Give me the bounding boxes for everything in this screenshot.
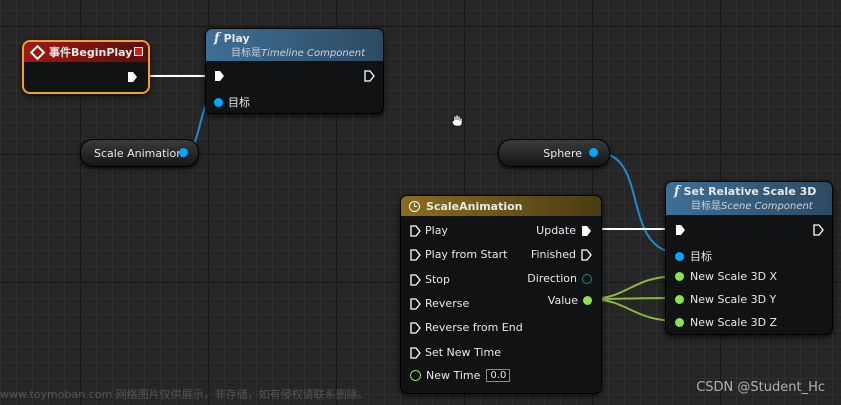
set-scale-header: f Set Relative Scale 3D 目标是Scene Compone…: [666, 182, 832, 215]
pin-label: Reverse from End: [425, 321, 523, 334]
exec-in-icon: [410, 346, 421, 359]
input-pin-play-from-start[interactable]: Play from Start: [410, 248, 507, 261]
input-pin-play[interactable]: Play: [410, 224, 448, 237]
object-pin-icon: [214, 97, 223, 107]
output-pin-update[interactable]: Update: [536, 224, 592, 237]
float-pin-icon: [675, 318, 684, 327]
exec-in-icon: [410, 297, 421, 310]
exec-in-pin[interactable]: [214, 70, 225, 82]
event-beginplay-header: 事件BeginPlay: [24, 42, 148, 62]
object-pin-icon[interactable]: [589, 148, 598, 157]
pin-label: New Scale 3D Z: [690, 316, 778, 329]
input-pin-set-new-time[interactable]: Set New Time: [410, 346, 501, 359]
target-label: 目标: [690, 250, 712, 263]
exec-in-pin[interactable]: [675, 224, 686, 236]
pin-label: Set New Time: [425, 346, 501, 359]
exec-in-icon: [676, 225, 685, 235]
event-title: 事件BeginPlay: [49, 46, 133, 59]
pin-label: Stop: [425, 273, 451, 286]
pin-label: Play: [425, 224, 448, 237]
pin-label: Reverse: [425, 297, 470, 310]
input-pin-stop[interactable]: Stop: [410, 273, 450, 286]
pin-label: Update: [536, 224, 576, 237]
enum-pin-icon: [582, 273, 592, 284]
float-pin-icon: [583, 296, 592, 305]
target-pin[interactable]: 目标: [675, 248, 712, 264]
exec-out-pin[interactable]: [127, 71, 138, 83]
pin-label: New Scale 3D X: [690, 270, 778, 283]
exec-out-pin[interactable]: [364, 70, 375, 82]
set-relative-scale-node[interactable]: f Set Relative Scale 3D 目标是Scene Compone…: [665, 181, 833, 335]
input-pin-reverse-from-end[interactable]: Reverse from End: [410, 321, 523, 334]
pin-label: New Scale 3D Y: [690, 293, 777, 306]
float-pin-icon: [410, 370, 421, 381]
output-pin-direction[interactable]: Direction: [527, 272, 592, 285]
exec-out-icon: [581, 248, 592, 261]
pin-label: Play from Start: [425, 248, 508, 261]
play-node[interactable]: f Play 目标是Timeline Component 目标: [205, 28, 384, 114]
input-pin-reverse[interactable]: Reverse: [410, 297, 469, 310]
float-pin-icon: [675, 295, 684, 304]
play-header: f Play 目标是Timeline Component: [206, 29, 383, 61]
output-pin-finished[interactable]: Finished: [531, 248, 592, 261]
variable-label: Scale Animation: [94, 146, 184, 160]
function-icon: f: [674, 184, 680, 199]
function-icon: f: [214, 31, 220, 46]
scale-animation-timeline-node[interactable]: ScaleAnimation Play Play from Start Stop…: [400, 195, 602, 394]
clock-icon: [409, 200, 420, 212]
pin-label: Value: [547, 294, 578, 307]
exec-out-icon: [364, 70, 375, 82]
target-label: 目标: [228, 96, 250, 109]
scale-animation-variable[interactable]: Scale Animation: [80, 139, 199, 167]
input-pin-new-time[interactable]: New Time 0.0: [410, 369, 511, 382]
object-pin-icon[interactable]: [179, 148, 188, 157]
sphere-variable[interactable]: Sphere: [498, 139, 610, 167]
exec-in-icon: [215, 71, 224, 81]
event-beginplay-node[interactable]: 事件BeginPlay: [22, 40, 150, 94]
timeline-header: ScaleAnimation: [401, 196, 601, 216]
new-time-value-field[interactable]: 0.0: [486, 369, 511, 382]
watermark-right: CSDN @Student_Hc: [696, 380, 825, 395]
pin-label: New Time: [426, 369, 481, 382]
exec-in-icon: [410, 273, 421, 286]
float-pin-icon: [675, 272, 684, 281]
exec-out-icon: [813, 224, 824, 236]
input-pin-scale-x[interactable]: New Scale 3D X: [675, 270, 777, 283]
event-diamond-icon: [29, 44, 46, 60]
input-pin-scale-y[interactable]: New Scale 3D Y: [675, 293, 776, 306]
variable-label: Sphere: [543, 146, 582, 160]
exec-out-icon: [128, 72, 137, 82]
exec-in-icon: [410, 224, 421, 237]
timeline-title: ScaleAnimation: [426, 199, 523, 213]
exec-out-icon: [582, 225, 591, 236]
event-delegate-icon[interactable]: [134, 47, 143, 56]
exec-in-icon: [410, 321, 421, 334]
target-pin[interactable]: 目标: [214, 94, 250, 110]
pin-label: Direction: [527, 272, 577, 285]
input-pin-scale-z[interactable]: New Scale 3D Z: [675, 316, 777, 329]
play-subtitle: 目标是Timeline Component: [231, 48, 366, 59]
set-scale-subtitle: 目标是Scene Component: [691, 201, 813, 212]
watermark-left: www.toymoban.com 网络图片仅供展示，非存储，如有侵权请联系删除。: [0, 388, 369, 401]
hand-cursor-icon: [451, 115, 463, 127]
exec-in-icon: [410, 248, 421, 261]
object-pin-icon: [675, 251, 684, 261]
pin-label: Finished: [530, 248, 576, 261]
output-pin-value[interactable]: Value: [548, 294, 592, 307]
exec-out-pin[interactable]: [813, 224, 824, 236]
